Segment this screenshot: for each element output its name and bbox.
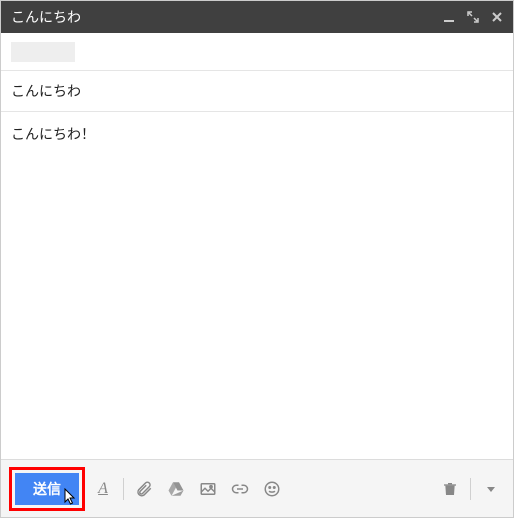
toolbar-separator bbox=[470, 478, 471, 500]
send-highlight: 送信 bbox=[9, 467, 85, 511]
compose-titlebar: こんにちわ bbox=[1, 1, 513, 33]
close-icon[interactable] bbox=[491, 11, 503, 23]
recipient-chip[interactable] bbox=[11, 42, 75, 62]
compose-toolbar: 送信 A bbox=[1, 459, 513, 517]
expand-icon[interactable] bbox=[467, 11, 479, 23]
more-options-icon[interactable] bbox=[477, 475, 505, 503]
recipients-field[interactable] bbox=[1, 33, 513, 71]
subject-field[interactable]: こんにちわ bbox=[1, 71, 513, 112]
emoji-icon[interactable] bbox=[258, 475, 286, 503]
image-icon[interactable] bbox=[194, 475, 222, 503]
minimize-icon[interactable] bbox=[443, 11, 455, 23]
compose-title: こんにちわ bbox=[11, 7, 443, 27]
message-body[interactable]: こんにちわ！ bbox=[1, 112, 513, 459]
link-icon[interactable] bbox=[226, 475, 254, 503]
window-controls bbox=[443, 11, 503, 23]
body-text: こんにちわ！ bbox=[11, 126, 95, 142]
drive-icon[interactable] bbox=[162, 475, 190, 503]
toolbar-separator bbox=[123, 478, 124, 500]
send-button[interactable]: 送信 bbox=[15, 473, 79, 505]
format-text-button[interactable]: A bbox=[89, 480, 117, 498]
trash-icon[interactable] bbox=[436, 475, 464, 503]
subject-text: こんにちわ bbox=[11, 83, 81, 99]
attach-icon[interactable] bbox=[130, 475, 158, 503]
